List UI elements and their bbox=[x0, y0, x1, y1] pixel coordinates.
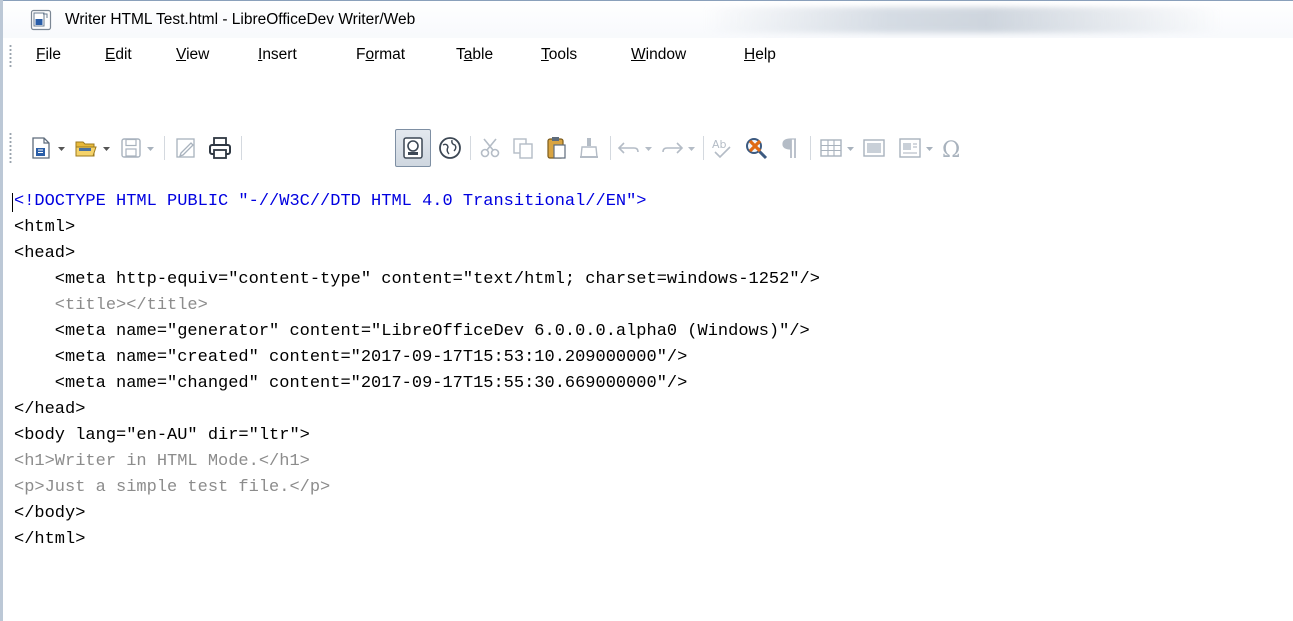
menu-mnemonic: E bbox=[105, 46, 116, 63]
toolbar-separator bbox=[241, 136, 242, 160]
menu-label-rest: ools bbox=[548, 46, 578, 63]
copy-icon[interactable] bbox=[510, 135, 536, 161]
menu-label-pre: T bbox=[456, 46, 464, 63]
menu-label-rest: indow bbox=[645, 46, 687, 63]
text-cursor bbox=[12, 193, 13, 212]
source-line[interactable]: </html> bbox=[14, 530, 85, 549]
undo-icon[interactable] bbox=[616, 135, 642, 161]
spelling-icon[interactable]: Ab bbox=[709, 135, 735, 161]
toolbar-separator bbox=[164, 136, 165, 160]
svg-text:Ab: Ab bbox=[712, 138, 727, 151]
window-title: Writer HTML Test.html - LibreOfficeDev W… bbox=[65, 11, 416, 28]
clone-formatting-icon[interactable] bbox=[576, 135, 602, 161]
menu-mnemonic: o bbox=[365, 46, 375, 63]
menu-mnemonic: V bbox=[176, 46, 187, 63]
toolbar-separator bbox=[810, 136, 811, 160]
menu-edit[interactable]: Edit bbox=[105, 46, 132, 64]
menu-mnemonic: H bbox=[744, 46, 756, 63]
source-line[interactable]: <html> bbox=[14, 218, 75, 237]
svg-text:Ω: Ω bbox=[942, 138, 960, 161]
source-line[interactable]: <p>Just a simple test file.</p> bbox=[14, 478, 330, 497]
source-line[interactable]: <title></title> bbox=[14, 296, 208, 315]
new-document-icon[interactable] bbox=[28, 135, 54, 161]
source-line[interactable]: <h1>Writer in HTML Mode.</h1> bbox=[14, 452, 310, 471]
redo-dropdown-arrow-icon[interactable] bbox=[687, 144, 696, 153]
source-line[interactable]: <!DOCTYPE HTML PUBLIC "-//W3C//DTD HTML … bbox=[14, 192, 647, 211]
source-line[interactable]: <meta name="changed" content="2017-09-17… bbox=[14, 374, 688, 393]
menu-mnemonic: T bbox=[541, 46, 549, 63]
open-folder-icon[interactable] bbox=[73, 135, 99, 161]
source-line[interactable]: <meta name="created" content="2017-09-17… bbox=[14, 348, 688, 367]
html-source-editor[interactable]: <!DOCTYPE HTML PUBLIC "-//W3C//DTD HTML … bbox=[3, 190, 1293, 621]
save-icon[interactable] bbox=[118, 135, 144, 161]
menu-insert[interactable]: Insert bbox=[258, 46, 297, 64]
undo-dropdown-arrow-icon[interactable] bbox=[644, 144, 653, 153]
standard-toolbar: Ab Ω bbox=[3, 72, 1293, 190]
title-row: Writer HTML Test.html - LibreOfficeDev W… bbox=[3, 1, 1293, 39]
paste-icon[interactable] bbox=[543, 135, 569, 161]
toolbar-separator bbox=[703, 136, 704, 160]
menu-format[interactable]: Format bbox=[356, 46, 405, 64]
source-line[interactable]: <meta name="generator" content="LibreOff… bbox=[14, 322, 810, 341]
web-browser-icon[interactable] bbox=[437, 135, 463, 161]
menu-view[interactable]: View bbox=[176, 46, 209, 64]
menu-bar: File Edit View Insert Format Table Tools… bbox=[3, 38, 1293, 72]
source-line[interactable]: </head> bbox=[14, 400, 85, 419]
print-icon[interactable] bbox=[207, 135, 233, 161]
menu-label-rest: dit bbox=[115, 46, 132, 63]
html-source-icon[interactable] bbox=[400, 135, 426, 161]
menu-label-rest: ble bbox=[472, 46, 494, 63]
table-dropdown-arrow-icon[interactable] bbox=[846, 144, 855, 153]
new-dropdown-arrow-icon[interactable] bbox=[57, 144, 66, 153]
writer-web-app-icon[interactable] bbox=[30, 9, 52, 31]
libreoffice-writer-web-window: Writer HTML Test.html - LibreOfficeDev W… bbox=[0, 0, 1293, 621]
save-dropdown-arrow-icon[interactable] bbox=[146, 144, 155, 153]
menu-tools[interactable]: Tools bbox=[541, 46, 577, 64]
insert-table-icon[interactable] bbox=[818, 135, 844, 161]
redo-icon[interactable] bbox=[659, 135, 685, 161]
insert-text-frame-icon[interactable] bbox=[897, 135, 923, 161]
menu-label-rest: elp bbox=[755, 46, 776, 63]
menu-file[interactable]: File bbox=[36, 46, 61, 64]
source-line[interactable]: <body lang="en-AU" dir="ltr"> bbox=[14, 426, 310, 445]
source-line[interactable]: </body> bbox=[14, 504, 85, 523]
menu-label-rest: rmat bbox=[374, 46, 406, 63]
toolbar-separator bbox=[610, 136, 611, 160]
auto-spellcheck-icon[interactable] bbox=[743, 135, 769, 161]
menu-window[interactable]: Window bbox=[631, 46, 686, 64]
title-glare bbox=[703, 7, 1223, 33]
open-dropdown-arrow-icon[interactable] bbox=[102, 144, 111, 153]
menu-label-rest: ile bbox=[45, 46, 61, 63]
menu-mnemonic: W bbox=[631, 46, 646, 63]
formatting-marks-icon[interactable] bbox=[776, 135, 802, 161]
edit-document-icon[interactable] bbox=[173, 135, 199, 161]
menu-help[interactable]: Help bbox=[744, 46, 776, 64]
special-character-icon[interactable]: Ω bbox=[939, 135, 965, 161]
toolbar-gripper[interactable] bbox=[9, 132, 12, 164]
menu-table[interactable]: Table bbox=[456, 46, 493, 64]
cut-icon[interactable] bbox=[477, 135, 503, 161]
frame-dropdown-arrow-icon[interactable] bbox=[925, 144, 934, 153]
toolbar-separator bbox=[470, 136, 471, 160]
menu-label-rest: nsert bbox=[262, 46, 297, 63]
menu-gripper[interactable] bbox=[9, 44, 12, 68]
source-line[interactable]: <head> bbox=[14, 244, 75, 263]
menu-label-rest: iew bbox=[186, 46, 210, 63]
insert-image-icon[interactable] bbox=[861, 135, 887, 161]
source-line[interactable]: <meta http-equiv="content-type" content=… bbox=[14, 270, 820, 289]
